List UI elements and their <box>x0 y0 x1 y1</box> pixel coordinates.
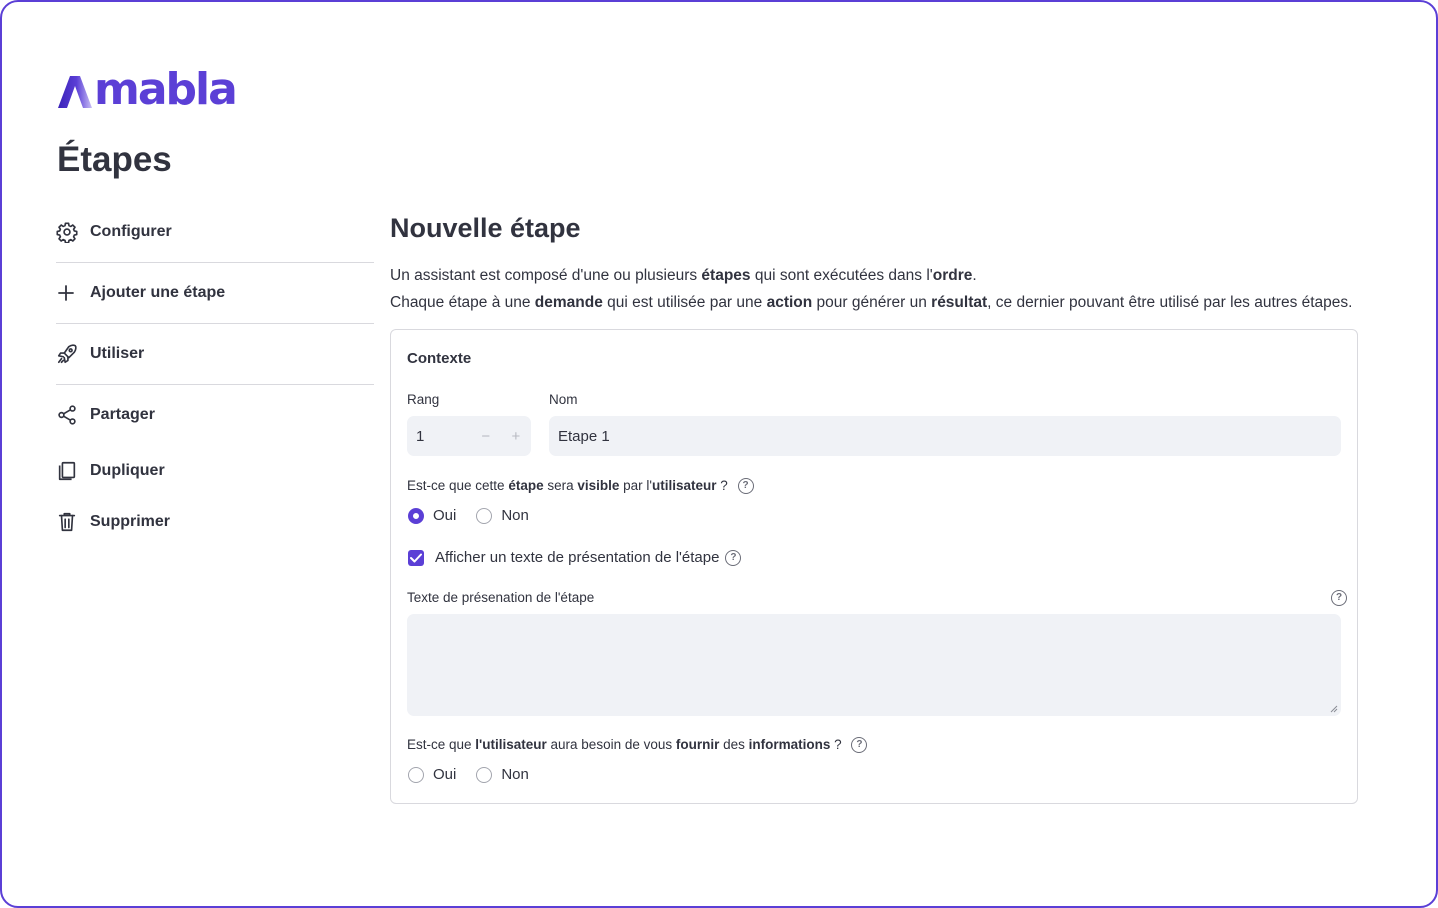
radio-button[interactable] <box>408 766 424 783</box>
presentation-label: Texte de présenation de l'étape <box>407 590 595 605</box>
rang-decrement-button[interactable]: − <box>471 428 501 445</box>
show-presentation-checkbox-row[interactable]: Afficher un texte de présentation de l'é… <box>408 549 742 566</box>
sidebar-item-label: Ajouter une étape <box>90 284 226 301</box>
question-keyword: visible <box>577 478 620 493</box>
help-icon[interactable]: ? <box>737 478 754 495</box>
question-keyword: fournir <box>675 737 720 752</box>
resize-handle-icon[interactable] <box>1330 705 1338 713</box>
sidebar-item-utiliser[interactable]: Utiliser <box>56 324 374 385</box>
radio-label: Non <box>501 507 529 524</box>
help-icon[interactable]: ? <box>851 737 868 754</box>
needs-info-question: Est-ce que l'utilisateur aura besoin de … <box>407 737 868 754</box>
question-keyword: utilisateur <box>651 478 717 493</box>
intro-keyword: résultat <box>931 294 988 311</box>
intro-line-2: Chaque étape à une demande qui est utili… <box>390 289 1358 316</box>
intro-text-part: Chaque étape à une <box>390 294 535 311</box>
radio-button[interactable] <box>476 507 493 524</box>
visible-option-non[interactable]: Non <box>476 507 529 524</box>
share-icon <box>56 402 82 428</box>
show-presentation-label: Afficher un texte de présentation de l'é… <box>435 549 720 566</box>
question-part: ? <box>830 737 842 752</box>
needs-info-option-non[interactable]: Non <box>476 766 529 783</box>
copy-icon <box>56 458 82 484</box>
question-part: sera <box>543 478 578 493</box>
form-section-title: Contexte <box>407 350 472 367</box>
brand-logo: mabla <box>56 64 238 115</box>
intro-keyword: étapes <box>701 267 751 284</box>
main-content: Nouvelle étape Un assistant est composé … <box>390 208 1358 804</box>
radio-label: Non <box>501 766 529 783</box>
intro-line-1: Un assistant est composé d'une ou plusie… <box>390 262 1358 289</box>
rocket-icon <box>56 341 82 367</box>
intro-text-part: . <box>972 267 977 284</box>
intro-text: Un assistant est composé d'une ou plusie… <box>390 262 1358 316</box>
question-part: des <box>719 737 749 752</box>
show-presentation-checkbox[interactable] <box>408 549 424 566</box>
sidebar-item-label: Configurer <box>90 223 172 240</box>
visible-radio-group: Oui Non <box>408 507 549 524</box>
sidebar-item-ajouter-etape[interactable]: Ajouter une étape <box>56 263 374 324</box>
intro-keyword: ordre <box>932 267 973 284</box>
sidebar-item-partager[interactable]: Partager <box>56 385 374 445</box>
intro-text-part: Un assistant est composé d'une ou plusie… <box>390 267 702 284</box>
help-icon[interactable]: ? <box>725 549 742 566</box>
sidebar-item-label: Partager <box>90 406 155 423</box>
rang-number-input[interactable]: 1 − + <box>407 416 531 456</box>
sidebar-item-dupliquer[interactable]: Dupliquer <box>56 445 374 496</box>
intro-keyword: action <box>766 294 813 311</box>
nom-input[interactable]: Etape 1 <box>549 416 1341 456</box>
sidebar-item-label: Supprimer <box>90 512 171 530</box>
question-keyword: informations <box>748 737 831 752</box>
rang-label: Rang <box>407 392 440 407</box>
intro-text-part: pour générer un <box>812 294 932 311</box>
gear-icon <box>56 219 82 245</box>
sidebar-item-label: Dupliquer <box>90 461 165 479</box>
question-keyword: l'utilisateur <box>475 737 547 752</box>
checkmark-icon <box>410 553 422 562</box>
radio-button[interactable] <box>408 507 424 524</box>
sidebar-item-supprimer[interactable]: Supprimer <box>56 496 374 547</box>
trash-icon <box>56 509 82 535</box>
intro-keyword: demande <box>534 294 603 311</box>
question-part: aura besoin de vous <box>546 737 676 752</box>
question-part: par l' <box>619 478 652 493</box>
visible-option-oui[interactable]: Oui <box>408 507 456 524</box>
nom-label: Nom <box>549 392 578 407</box>
question-part: Est-ce que cette <box>407 478 509 493</box>
brand-logo-text: mabla <box>94 64 238 115</box>
page-title: Étapes <box>57 140 172 179</box>
sidebar-item-configurer[interactable]: Configurer <box>56 202 374 263</box>
visible-question: Est-ce que cette étape sera visible par … <box>407 478 754 495</box>
section-title: Nouvelle étape <box>390 213 581 243</box>
presentation-textarea[interactable] <box>407 614 1341 716</box>
question-keyword: étape <box>508 478 544 493</box>
plus-icon <box>56 280 82 306</box>
help-icon[interactable]: ? <box>1331 590 1347 606</box>
question-part: Est-ce que <box>407 737 476 752</box>
question-part: ? <box>716 478 728 493</box>
intro-text-part: qui est utilisée par une <box>602 294 767 311</box>
brand-logo-mark <box>58 76 92 108</box>
intro-text-part: qui sont exécutées dans l' <box>750 267 933 284</box>
radio-label: Oui <box>433 507 457 524</box>
radio-label: Oui <box>433 766 457 783</box>
needs-info-option-oui[interactable]: Oui <box>408 766 456 783</box>
intro-text-part: , ce dernier pouvant être utilisé par le… <box>987 294 1353 311</box>
sidebar-item-label: Utiliser <box>90 345 145 362</box>
radio-button[interactable] <box>476 766 493 783</box>
context-form: Contexte Rang 1 − + Nom Etape 1 Est-ce q… <box>390 329 1358 804</box>
rang-increment-button[interactable]: + <box>501 428 531 445</box>
needs-info-radio-group: Oui Non <box>408 766 549 783</box>
rang-value[interactable]: 1 <box>416 428 471 445</box>
sidebar: Configurer Ajouter une étape Utiliser Pa… <box>56 202 374 547</box>
